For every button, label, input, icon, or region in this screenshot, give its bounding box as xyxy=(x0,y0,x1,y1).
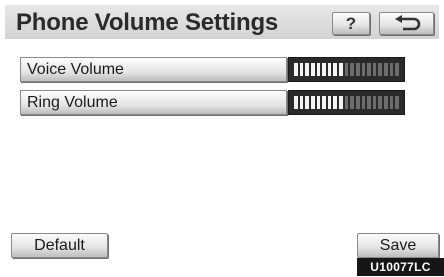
volume-segment xyxy=(305,96,309,109)
volume-segment xyxy=(384,63,388,76)
volume-segment xyxy=(350,96,354,109)
back-button[interactable] xyxy=(379,12,434,35)
volume-segment xyxy=(299,96,304,109)
volume-segment xyxy=(344,63,349,76)
volume-segment xyxy=(305,63,309,76)
ring-volume-button[interactable]: Ring Volume xyxy=(20,90,287,115)
volume-segment xyxy=(299,63,304,76)
volume-segment xyxy=(361,63,366,76)
volume-segment xyxy=(395,63,399,76)
volume-segment xyxy=(367,96,371,109)
volume-segment xyxy=(355,96,360,109)
volume-segment xyxy=(384,96,388,109)
title-bar: Phone Volume Settings xyxy=(5,5,439,39)
volume-segment xyxy=(310,96,315,109)
ring-volume-label: Ring Volume xyxy=(27,94,118,111)
voice-volume-label: Voice Volume xyxy=(27,61,124,78)
volume-segment xyxy=(344,96,349,109)
volume-segment xyxy=(389,96,394,109)
volume-segment xyxy=(327,96,332,109)
save-button[interactable]: Save xyxy=(357,233,439,258)
volume-segment xyxy=(372,63,377,76)
volume-segment xyxy=(350,63,354,76)
volume-segment xyxy=(294,96,298,109)
volume-segment xyxy=(339,63,343,76)
voice-volume-button[interactable]: Voice Volume xyxy=(20,57,287,82)
ring-volume-meter[interactable] xyxy=(288,90,405,115)
volume-segment xyxy=(327,63,332,76)
voice-volume-meter[interactable] xyxy=(288,57,405,82)
volume-segment xyxy=(322,63,326,76)
volume-segment xyxy=(389,63,394,76)
volume-segment xyxy=(361,96,366,109)
volume-segment xyxy=(367,63,371,76)
volume-segment xyxy=(395,96,399,109)
save-button-label: Save xyxy=(379,237,417,254)
default-button[interactable]: Default xyxy=(11,233,108,258)
volume-segment xyxy=(316,63,321,76)
volume-segment xyxy=(310,63,315,76)
ring-volume-bars xyxy=(294,96,399,109)
volume-segment xyxy=(333,63,337,76)
back-arrow-icon xyxy=(395,15,421,31)
volume-segment xyxy=(316,96,321,109)
page-title: Phone Volume Settings xyxy=(16,9,279,36)
help-icon: ? xyxy=(345,14,357,33)
volume-segment xyxy=(294,63,298,76)
help-button[interactable]: ? xyxy=(332,12,370,35)
volume-segment xyxy=(322,96,326,109)
volume-segment xyxy=(372,96,377,109)
figure-code: U10077LC xyxy=(357,258,444,276)
volume-segment xyxy=(378,96,382,109)
volume-segment xyxy=(333,96,337,109)
volume-segment xyxy=(378,63,382,76)
volume-segment xyxy=(355,63,360,76)
voice-volume-bars xyxy=(294,63,399,76)
default-button-label: Default xyxy=(34,237,85,254)
volume-segment xyxy=(339,96,343,109)
